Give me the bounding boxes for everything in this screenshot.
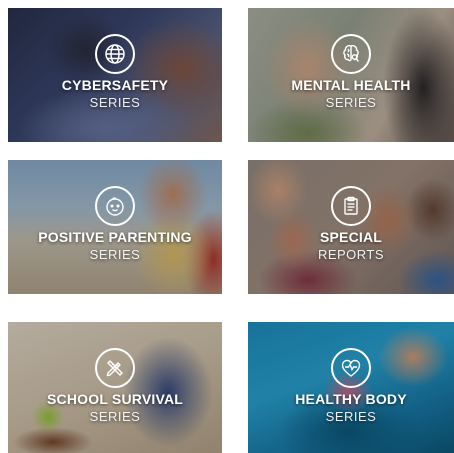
tile-healthy-body[interactable]: HEALTHY BODY SERIES <box>248 322 454 453</box>
tile-title: CYBERSAFETY <box>61 77 169 93</box>
tile-mental-health[interactable]: MENTAL HEALTH SERIES <box>248 8 454 142</box>
tile-title: SPECIAL <box>319 229 383 245</box>
brain-icon <box>331 34 371 74</box>
tile-special-reports[interactable]: SPECIAL REPORTS <box>248 160 454 294</box>
tile-subtitle: SERIES <box>89 409 141 424</box>
tile-title: MENTAL HEALTH <box>291 77 411 93</box>
heart-pulse-icon <box>331 348 371 388</box>
tile-subtitle: SERIES <box>89 95 141 110</box>
tile-school-survival[interactable]: SCHOOL SURVIVAL SERIES <box>8 322 222 453</box>
pencil-ruler-icon <box>95 348 135 388</box>
tile-title: SCHOOL SURVIVAL <box>46 391 184 407</box>
globe-icon <box>95 34 135 74</box>
tile-cybersafety[interactable]: CYBERSAFETY SERIES <box>8 8 222 142</box>
tile-subtitle: REPORTS <box>317 247 385 262</box>
tile-title: HEALTHY BODY <box>295 391 407 407</box>
tile-subtitle: SERIES <box>325 95 377 110</box>
tile-subtitle: SERIES <box>325 409 377 424</box>
tile-positive-parenting[interactable]: POSITIVE PARENTING SERIES <box>8 160 222 294</box>
tile-subtitle: SERIES <box>89 247 141 262</box>
tile-title: POSITIVE PARENTING <box>38 229 192 245</box>
baby-face-icon <box>95 186 135 226</box>
clipboard-icon <box>331 186 371 226</box>
